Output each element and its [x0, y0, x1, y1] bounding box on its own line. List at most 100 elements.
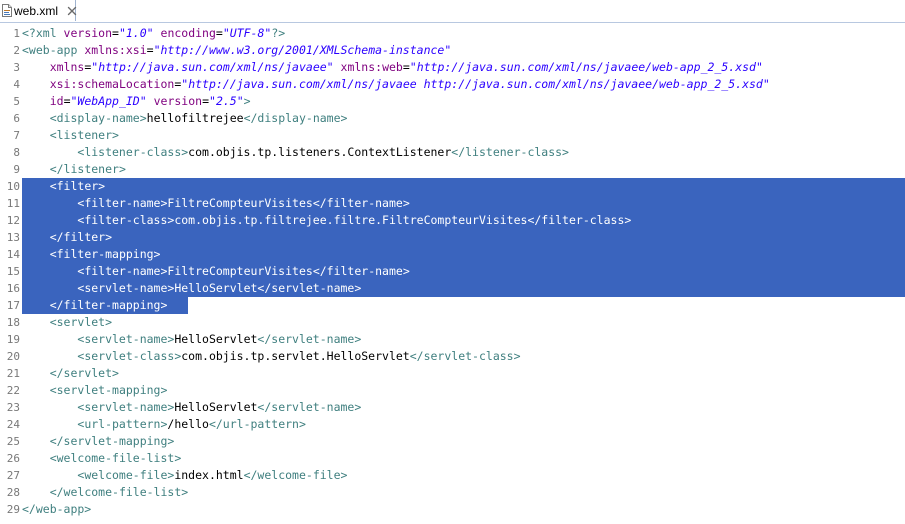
code-line-19[interactable]: 19 <servlet-name>HelloServlet</servlet-n… [0, 331, 905, 348]
token-val: "http://java.sun.com/xml/ns/javaee/web-a… [409, 60, 763, 74]
code-line-24[interactable]: 24 <url-pattern>/hello</url-pattern> [0, 416, 905, 433]
code-line-20[interactable]: 20 <servlet-class>com.objis.tp.servlet.H… [0, 348, 905, 365]
code-line-2[interactable]: 2 <web-app xmlns:xsi="http://www.w3.org/2… [0, 42, 905, 59]
line-code: <filter> [22, 178, 105, 195]
token-txt: = [146, 43, 154, 57]
token-val: "1.0" [118, 26, 154, 40]
code-line-8[interactable]: 8 <listener-class>com.objis.tp.listeners… [0, 144, 905, 161]
token-txt: index.html [174, 468, 244, 482]
line-number: 8 [13, 146, 20, 159]
code-line-12[interactable]: 12 <filter-class>com.objis.tp.filtrejee.… [0, 212, 905, 229]
token-val: "UTF-8" [222, 26, 272, 40]
code-line-13[interactable]: 13 </filter> [0, 229, 905, 246]
token-txt: = [112, 26, 119, 40]
code-line-17[interactable]: 17 </filter-mapping> [0, 297, 905, 314]
token-pi: ?> [271, 26, 286, 40]
token-val: "http://java.sun.com/xml/ns/javaee" [91, 60, 334, 74]
line-number: 25 [6, 435, 20, 448]
code-line-28[interactable]: 28 </welcome-file-list> [0, 484, 905, 501]
token-tag: <servlet-mapping> [49, 383, 168, 397]
token-tag: </servlet-mapping> [49, 434, 175, 448]
xml-editor-window: web.xml 1 <?xml version="1.0" encoding="U… [0, 0, 905, 524]
token-attr: xmlns:web [340, 60, 403, 74]
line-code: </filter> [22, 229, 112, 246]
xml-file-icon [2, 4, 12, 17]
code-line-22[interactable]: 22 <servlet-mapping> [0, 382, 905, 399]
token-tag: </filter> [49, 230, 113, 244]
code-line-18[interactable]: 18 <servlet> [0, 314, 905, 331]
line-code: <servlet> [22, 314, 112, 331]
line-number: 1 [13, 27, 20, 40]
code-line-23[interactable]: 23 <servlet-name>HelloServlet</servlet-n… [0, 399, 905, 416]
code-line-15[interactable]: 15 <filter-name>FiltreCompteurVisites</f… [0, 263, 905, 280]
line-code: <servlet-name>HelloServlet</servlet-name… [22, 399, 361, 416]
code-line-16[interactable]: 16 <servlet-name>HelloServlet</servlet-n… [0, 280, 905, 297]
token-attr: id [49, 94, 64, 108]
token-attr: version [63, 26, 113, 40]
line-number: 11 [6, 197, 20, 210]
code-line-11[interactable]: 11 <filter-name>FiltreCompteurVisites</f… [0, 195, 905, 212]
code-line-27[interactable]: 27 <welcome-file>index.html</welcome-fil… [0, 467, 905, 484]
token-tag: <servlet-name> [77, 281, 175, 295]
token-txt: HelloServlet [174, 400, 258, 414]
line-code: <filter-class>com.objis.tp.filtrejee.fil… [22, 212, 631, 229]
line-code: </servlet> [22, 365, 119, 382]
line-code: <filter-name>FiltreCompteurVisites</filt… [22, 263, 409, 280]
token-txt: /hello [167, 417, 209, 431]
code-line-14[interactable]: 14 <filter-mapping> [0, 246, 905, 263]
code-line-9[interactable]: 9 </listener> [0, 161, 905, 178]
code-line-25[interactable]: 25 </servlet-mapping> [0, 433, 905, 450]
editor-tab-bar: web.xml [0, 0, 905, 23]
code-line-29[interactable]: 29 </web-app> [0, 501, 905, 518]
code-line-10[interactable]: 10 <filter> [0, 178, 905, 195]
code-line-4[interactable]: 4 xsi:schemaLocation="http://java.sun.co… [0, 76, 905, 93]
line-number: 29 [6, 503, 20, 516]
token-tag: <filter-mapping> [49, 247, 161, 261]
token-tag: </web-app> [22, 502, 92, 516]
code-line-3[interactable]: 3 xmlns="http://java.sun.com/xml/ns/java… [0, 59, 905, 76]
editor-tab-web-xml[interactable]: web.xml [0, 0, 77, 21]
line-number: 3 [13, 61, 20, 74]
token-tag: </servlet-name> [257, 332, 362, 346]
line-number: 23 [6, 401, 20, 414]
line-code: </welcome-file-list> [22, 484, 188, 501]
line-code: </web-app> [22, 501, 91, 518]
line-code: <display-name>hellofiltrejee</display-na… [22, 110, 348, 127]
token-txt: com.objis.tp.listeners.ContextListener [188, 145, 452, 159]
token-txt: FiltreCompteurVisites [167, 196, 313, 210]
token-val: "http://www.w3.org/2001/XMLSchema-instan… [153, 43, 452, 57]
token-txt: com.objis.tp.filtrejee.filtre.FiltreComp… [174, 213, 528, 227]
line-number: 26 [6, 452, 20, 465]
close-icon[interactable] [67, 6, 77, 16]
code-line-5[interactable]: 5 id="WebApp_ID" version="2.5"> [0, 93, 905, 110]
line-code: xsi:schemaLocation="http://java.sun.com/… [22, 76, 770, 93]
line-number: 16 [6, 282, 20, 295]
selection-highlight [22, 229, 905, 246]
line-number: 6 [13, 112, 20, 125]
token-attr: encoding [160, 26, 216, 40]
code-line-7[interactable]: 7 <listener> [0, 127, 905, 144]
line-number: 4 [13, 78, 20, 91]
line-number: 18 [6, 316, 20, 329]
line-number: 21 [6, 367, 20, 380]
code-editor[interactable]: 1 <?xml version="1.0" encoding="UTF-8"?> 2… [0, 25, 905, 524]
token-tag: <display-name> [49, 111, 147, 125]
code-line-6[interactable]: 6 <display-name>hellofiltrejee</display-… [0, 110, 905, 127]
token-attr: version [153, 94, 203, 108]
code-line-26[interactable]: 26 <welcome-file-list> [0, 450, 905, 467]
selection-highlight [22, 178, 905, 195]
token-tag: > [243, 94, 251, 108]
token-txt: FiltreCompteurVisites [167, 264, 313, 278]
code-line-21[interactable]: 21 </servlet> [0, 365, 905, 382]
code-line-1[interactable]: 1 <?xml version="1.0" encoding="UTF-8"?> [0, 25, 905, 42]
line-number: 9 [13, 163, 20, 176]
